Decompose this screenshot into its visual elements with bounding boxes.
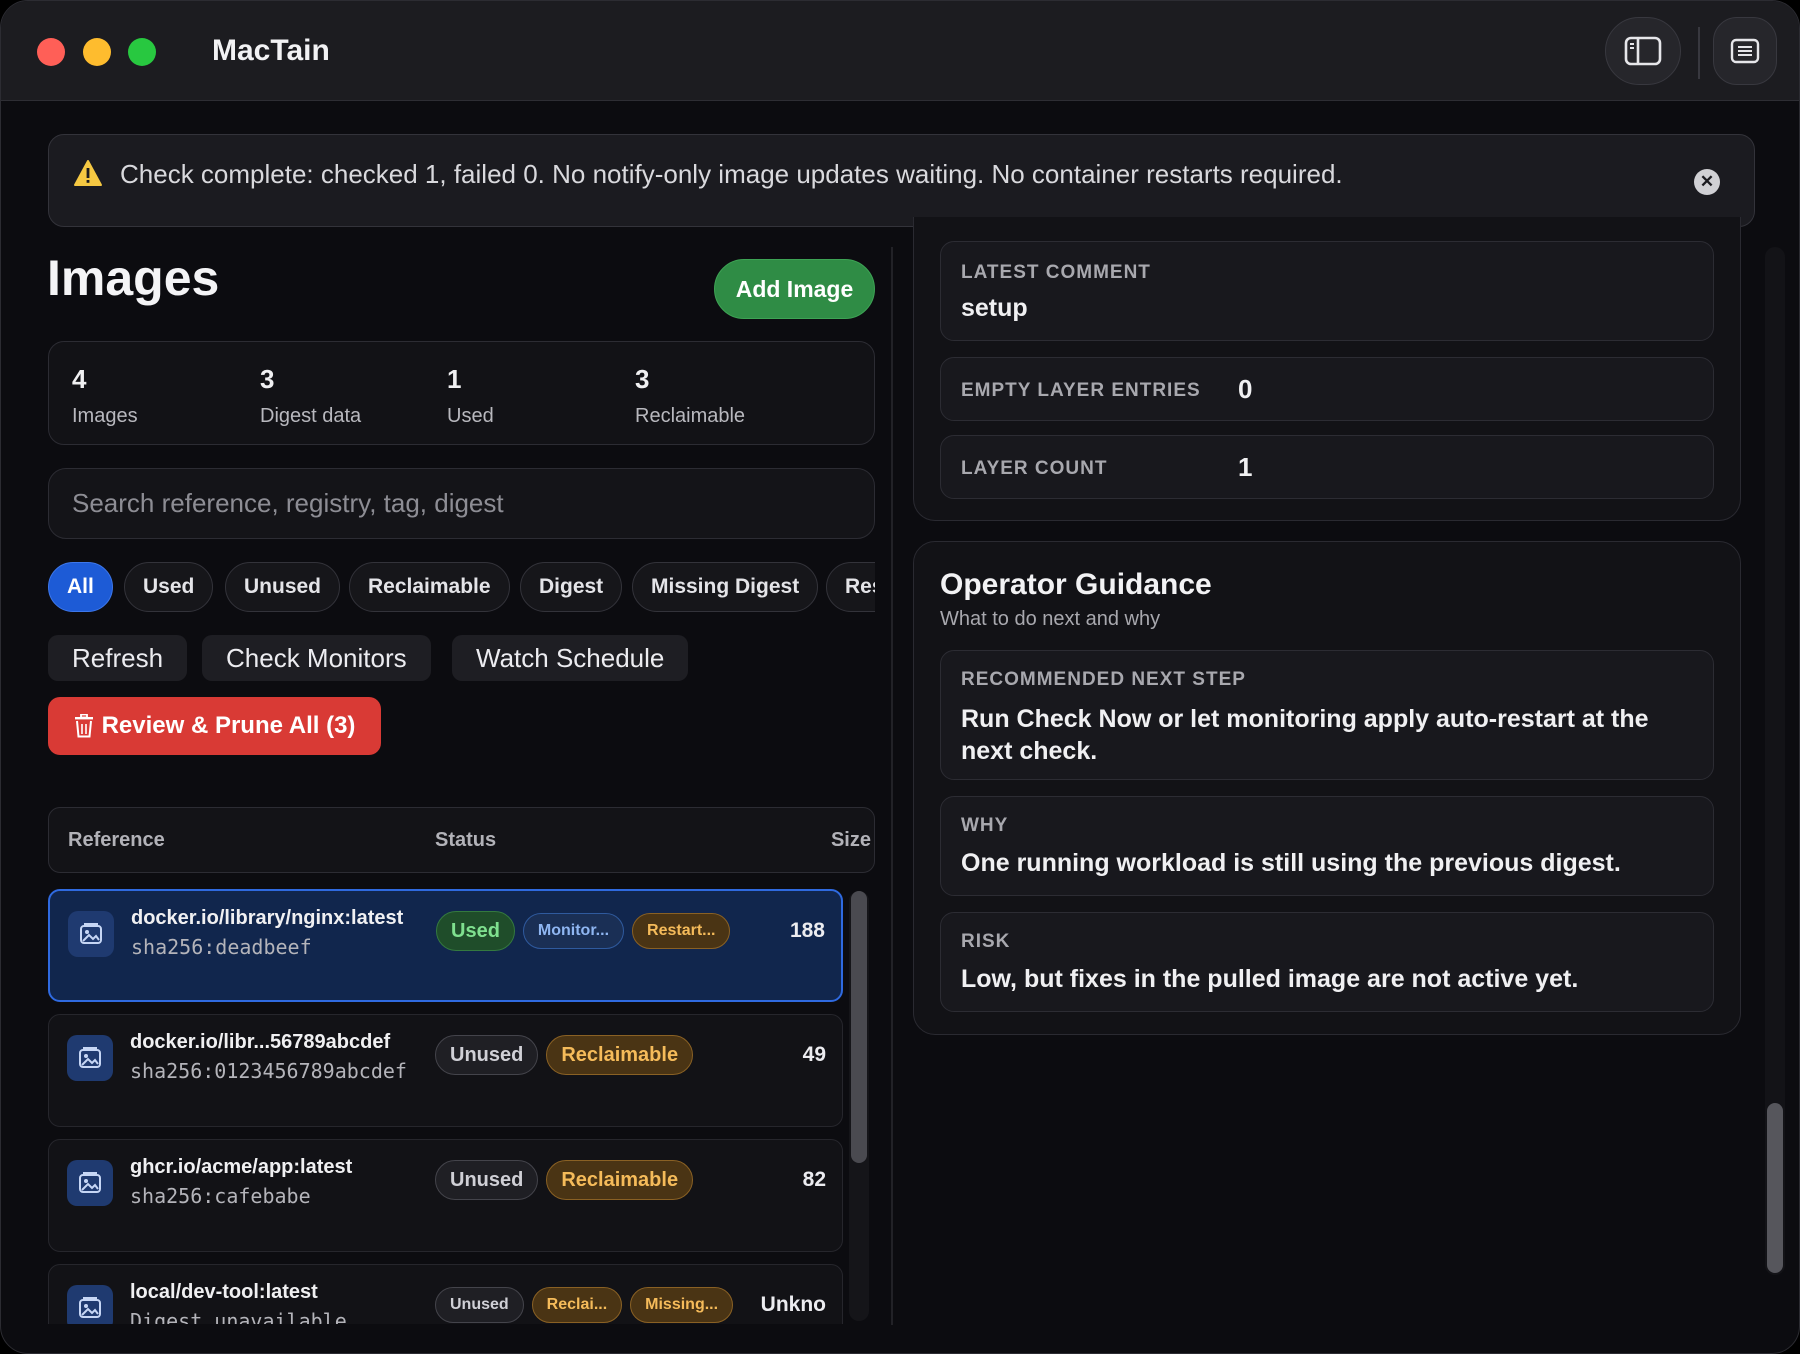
image-digest: sha256:0123456789abcdef xyxy=(130,1059,407,1083)
image-reference: docker.io/libr...56789abcdef xyxy=(130,1031,391,1053)
status-badges: Unused Reclai... Missing... xyxy=(435,1285,734,1323)
trash-icon xyxy=(74,714,93,738)
search-input[interactable] xyxy=(48,468,875,539)
empty-layer-entries-field: EMPTY LAYER ENTRIES 0 xyxy=(940,357,1714,421)
image-icon xyxy=(68,911,114,957)
toggle-inspector-button[interactable] xyxy=(1713,17,1777,85)
sidebar-icon xyxy=(1624,36,1662,66)
details-scroll-thumb[interactable] xyxy=(1767,1103,1783,1273)
image-digest: Digest unavailable xyxy=(130,1309,347,1324)
status-badges: Used Monitor... Restart... xyxy=(436,911,731,951)
guidance-subtitle: What to do next and why xyxy=(940,608,1161,630)
summary-stats: 4 Images 3 Digest data 1 Used 3 Reclaima… xyxy=(48,341,875,445)
image-list: docker.io/library/nginx:latest sha256:de… xyxy=(48,889,843,1324)
image-icon xyxy=(67,1035,113,1081)
filter-chips: All Used Unused Reclaimable Digest Missi… xyxy=(48,562,875,612)
split-divider[interactable] xyxy=(891,247,893,1325)
toggle-sidebar-button[interactable] xyxy=(1605,17,1681,85)
status-badge: Monitor... xyxy=(522,913,625,949)
stat-digest-data: 3 Digest data xyxy=(260,364,362,427)
layer-count-field: LAYER COUNT 1 xyxy=(940,435,1714,499)
status-badge: Missing... xyxy=(630,1287,734,1323)
review-prune-button[interactable]: Review & Prune All (3) xyxy=(48,697,381,755)
status-badge: Reclaimable xyxy=(546,1160,694,1200)
status-banner: Check complete: checked 1, failed 0. No … xyxy=(48,134,1755,227)
stat-reclaimable: 3 Reclaimable xyxy=(635,364,746,427)
filter-reclaimable[interactable]: Reclaimable xyxy=(349,562,510,612)
status-badges: Unused Reclaimable xyxy=(435,1160,694,1200)
app-window: MacTain Check complete: checked 1, faile… xyxy=(0,0,1800,1354)
details-scrollbar[interactable] xyxy=(1765,247,1785,1275)
filter-used[interactable]: Used xyxy=(124,562,214,612)
status-badge: Restart... xyxy=(632,913,731,949)
status-badge: Reclai... xyxy=(531,1287,623,1323)
refresh-button[interactable]: Refresh xyxy=(48,635,188,681)
watch-schedule-button[interactable]: Watch Schedule xyxy=(452,635,689,681)
image-size: 49 xyxy=(802,1043,826,1066)
check-monitors-button[interactable]: Check Monitors xyxy=(202,635,431,681)
app-title: MacTain xyxy=(212,34,330,67)
column-status[interactable]: Status xyxy=(435,829,496,852)
image-list-scrollbar[interactable] xyxy=(849,891,869,1321)
zoom-window-button[interactable] xyxy=(128,38,156,66)
warning-icon xyxy=(74,160,102,186)
status-badges: Unused Reclaimable xyxy=(435,1035,694,1075)
minimize-window-button[interactable] xyxy=(83,38,111,66)
image-size: Unkno xyxy=(760,1293,826,1316)
table-header: Reference Status Size xyxy=(48,807,875,873)
status-badge: Unused xyxy=(435,1160,539,1200)
image-size: 188 xyxy=(789,919,825,942)
recommended-next-step: RECOMMENDED NEXT STEP Run Check Now or l… xyxy=(940,650,1714,780)
image-icon xyxy=(67,1160,113,1206)
status-banner-message: Check complete: checked 1, failed 0. No … xyxy=(120,159,1343,189)
image-list-scroll-thumb[interactable] xyxy=(851,891,867,1163)
table-row[interactable]: local/dev-tool:latest Digest unavailable… xyxy=(48,1264,843,1324)
guidance-title: Operator Guidance xyxy=(940,568,1212,601)
toolbar-separator xyxy=(1698,27,1700,79)
image-reference: ghcr.io/acme/app:latest xyxy=(130,1156,353,1178)
latest-comment-field: LATEST COMMENT setup xyxy=(940,241,1714,341)
status-badge: Unused xyxy=(435,1287,524,1323)
image-reference: local/dev-tool:latest xyxy=(130,1281,318,1303)
dismiss-banner-button[interactable]: ✕ xyxy=(1694,169,1720,195)
table-row[interactable]: ghcr.io/acme/app:latest sha256:cafebabe … xyxy=(48,1139,843,1252)
guidance-why: WHY One running workload is still using … xyxy=(940,796,1714,896)
column-size[interactable]: Size xyxy=(831,829,871,852)
table-row[interactable]: docker.io/libr...56789abcdef sha256:0123… xyxy=(48,1014,843,1127)
filter-missing-digest[interactable]: Missing Digest xyxy=(632,562,819,612)
add-image-button[interactable]: Add Image xyxy=(714,259,875,319)
stat-images: 4 Images xyxy=(72,364,138,427)
filter-digest[interactable]: Digest xyxy=(520,562,623,612)
image-reference: docker.io/library/nginx:latest xyxy=(131,907,404,929)
list-detail-icon xyxy=(1730,38,1760,64)
guidance-risk: RISK Low, but fixes in the pulled image … xyxy=(940,912,1714,1012)
image-digest: sha256:cafebabe xyxy=(130,1184,311,1208)
review-prune-label: Review & Prune All (3) xyxy=(101,712,356,739)
image-digest: sha256:deadbeef xyxy=(131,935,312,959)
status-badge: Used xyxy=(436,911,515,951)
table-row[interactable]: docker.io/library/nginx:latest sha256:de… xyxy=(48,889,843,1002)
operator-guidance-card: Operator Guidance What to do next and wh… xyxy=(913,541,1741,1035)
title-bar: MacTain xyxy=(1,1,1799,101)
status-badge: Unused xyxy=(435,1035,539,1075)
status-badge: Reclaimable xyxy=(546,1035,694,1075)
close-window-button[interactable] xyxy=(37,38,65,66)
image-icon xyxy=(67,1285,113,1324)
stat-used: 1 Used xyxy=(447,364,494,427)
image-size: 82 xyxy=(802,1168,826,1191)
column-reference[interactable]: Reference xyxy=(68,829,165,852)
filter-unused[interactable]: Unused xyxy=(225,562,341,612)
filter-all[interactable]: All xyxy=(48,562,113,612)
page-title: Images xyxy=(47,250,220,306)
image-details-card: LATEST COMMENT setup EMPTY LAYER ENTRIES… xyxy=(913,217,1741,521)
filter-res[interactable]: Res xyxy=(826,562,875,612)
